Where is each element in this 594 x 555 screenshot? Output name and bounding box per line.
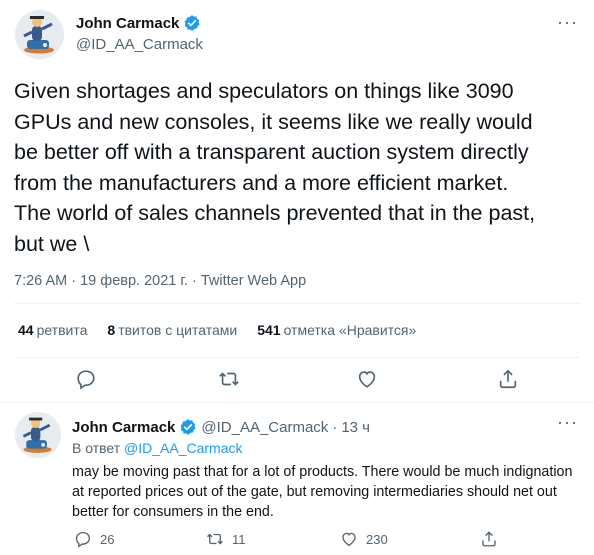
- divider: [14, 303, 580, 304]
- tweet-text: Given shortages and speculators on thing…: [14, 79, 536, 256]
- retweet-count: 11: [232, 531, 246, 547]
- more-icon[interactable]: ···: [557, 12, 578, 33]
- author-handle[interactable]: @ID_AA_Carmack: [76, 36, 203, 53]
- reply-author-name[interactable]: John Carmack: [72, 419, 175, 436]
- retweets-label: ретвита: [36, 322, 88, 338]
- tweet-date[interactable]: 19 февр. 2021 г.: [80, 273, 188, 289]
- reply-prefix: В ответ: [72, 440, 121, 456]
- retweet-icon: [207, 533, 223, 545]
- share-icon: [482, 531, 496, 547]
- share-icon[interactable]: [497, 368, 521, 392]
- verified-badge-icon: [180, 419, 196, 435]
- retweets-count: 44: [18, 322, 34, 338]
- like-button[interactable]: 230: [340, 530, 388, 548]
- like-count: 230: [366, 531, 388, 547]
- likes-count: 541: [257, 322, 281, 338]
- main-tweet: John Carmack @ID_AA_Carmack ··· Given sh…: [0, 0, 594, 403]
- reply-author-handle[interactable]: @ID_AA_Carmack: [201, 419, 328, 436]
- share-button[interactable]: [480, 530, 498, 548]
- quotes-stat[interactable]: 8 твитов с цитатами: [107, 322, 237, 338]
- meta-separator: ·: [191, 273, 197, 289]
- avatar-image: [15, 10, 64, 59]
- retweet-icon[interactable]: [218, 368, 242, 392]
- tweet-stats: 44 ретвита 8 твитов с цитатами 541 отметка …: [18, 322, 416, 338]
- reply-count: 26: [100, 531, 115, 547]
- retweets-stat[interactable]: 44 ретвита: [18, 322, 87, 338]
- avatar[interactable]: [15, 10, 64, 59]
- reply-text: may be moving past that for a lot of pro…: [72, 464, 573, 520]
- header-separator: ·: [332, 418, 338, 436]
- reply-button[interactable]: 26: [74, 530, 114, 548]
- heart-icon: [342, 532, 356, 547]
- reply-time[interactable]: 13 ч: [341, 419, 370, 436]
- likes-stat[interactable]: 541 отметка «Нравится»: [257, 322, 416, 338]
- tweet-meta: 7:26 AM · 19 февр. 2021 г. · Twitter Web…: [14, 273, 306, 289]
- likes-label: отметка «Нравится»: [283, 322, 417, 338]
- divider: [14, 357, 580, 358]
- replying-to: В ответ @ID_AA_Carmack: [72, 440, 243, 456]
- retweet-button[interactable]: 11: [206, 530, 246, 548]
- tweet-time[interactable]: 7:26 AM: [14, 273, 67, 289]
- quotes-count: 8: [107, 322, 116, 338]
- avatar-image: [15, 412, 61, 458]
- meta-separator: ·: [71, 273, 77, 289]
- heart-icon[interactable]: [356, 368, 380, 392]
- verified-badge-icon: [184, 15, 200, 31]
- author-name[interactable]: John Carmack: [76, 15, 179, 32]
- author-name-row: John Carmack: [76, 14, 201, 32]
- reply-avatar[interactable]: [15, 412, 61, 458]
- tweet-source[interactable]: Twitter Web App: [201, 273, 306, 289]
- tweet-actions: [0, 368, 594, 394]
- reply-actions: 26 11 230: [0, 530, 594, 550]
- reply-icon[interactable]: [75, 368, 99, 392]
- more-icon[interactable]: ···: [557, 412, 578, 433]
- reply-header: John Carmack @ID_AA_Carmack · 13 ч: [72, 418, 370, 436]
- reply-to-link[interactable]: @ID_AA_Carmack: [124, 440, 242, 456]
- reply-icon: [75, 531, 91, 548]
- quotes-label: твитов с цитатами: [118, 322, 238, 338]
